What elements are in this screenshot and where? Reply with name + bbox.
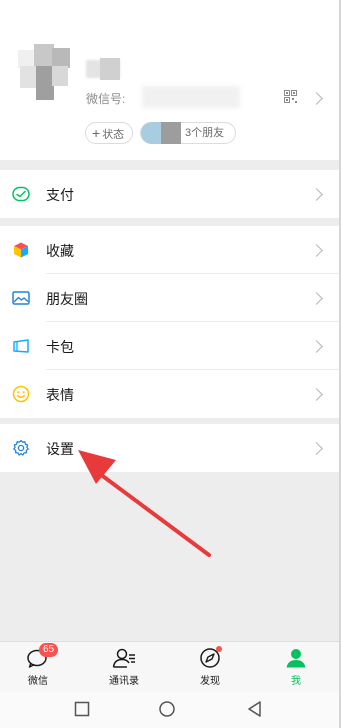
menu-item-stickers[interactable]: 表情 bbox=[0, 370, 339, 418]
wechat-id-label: 微信号: bbox=[86, 92, 126, 106]
smiley-icon bbox=[12, 385, 30, 403]
status-label: 状态 bbox=[102, 129, 125, 141]
card-wallet-icon bbox=[13, 339, 29, 353]
gear-icon bbox=[13, 439, 29, 456]
contacts-icon bbox=[112, 648, 135, 668]
tab-label-chats: 微信 bbox=[28, 676, 48, 687]
system-nav-bar bbox=[0, 692, 339, 728]
tab-chats[interactable]: 65 微信 bbox=[8, 643, 68, 687]
tab-contacts[interactable]: 通讯录 bbox=[94, 646, 154, 687]
menu-label-moments: 朋友圈 bbox=[46, 291, 88, 307]
home-icon[interactable] bbox=[158, 700, 176, 718]
bottom-tab-bar: 65 微信 通讯录 发现 我 bbox=[0, 641, 339, 692]
wechat-id-redacted bbox=[142, 86, 240, 108]
menu-item-cards[interactable]: 卡包 bbox=[0, 322, 339, 370]
friends-count-label: 3个朋友 bbox=[185, 127, 225, 139]
friends-status-pill[interactable]: 3个朋友 bbox=[140, 122, 236, 144]
menu-item-pay[interactable]: 支付 bbox=[0, 170, 339, 218]
chevron-right-icon bbox=[310, 244, 323, 257]
qr-code-icon[interactable] bbox=[284, 90, 297, 103]
avatar[interactable] bbox=[18, 44, 70, 102]
person-icon bbox=[286, 649, 306, 668]
friend-avatar-redacted bbox=[161, 122, 181, 144]
chevron-right-icon bbox=[310, 442, 323, 455]
profile-chevron-right-icon bbox=[310, 92, 323, 105]
back-icon[interactable] bbox=[246, 700, 264, 718]
profile-header[interactable]: 微信号: + 状态 3个朋友 bbox=[0, 0, 339, 160]
plus-icon: + bbox=[92, 125, 101, 141]
picture-icon bbox=[12, 291, 30, 305]
tab-label-discover: 发现 bbox=[200, 676, 220, 687]
annotation-arrow-icon bbox=[78, 450, 211, 557]
tab-me[interactable]: 我 bbox=[266, 646, 326, 687]
recent-apps-icon[interactable] bbox=[74, 700, 90, 718]
add-status-button[interactable]: + 状态 bbox=[85, 122, 134, 144]
pay-icon bbox=[12, 186, 30, 202]
chevron-right-icon bbox=[310, 340, 323, 353]
chevron-right-icon bbox=[310, 388, 323, 401]
menu-label-pay: 支付 bbox=[46, 187, 74, 203]
menu-item-moments[interactable]: 朋友圈 bbox=[0, 274, 339, 322]
menu-label-cards: 卡包 bbox=[46, 339, 74, 355]
chevron-right-icon bbox=[310, 188, 323, 201]
menu-label-stickers: 表情 bbox=[46, 387, 74, 403]
chevron-right-icon bbox=[310, 292, 323, 305]
new-dot-badge bbox=[216, 646, 222, 652]
tab-discover[interactable]: 发现 bbox=[180, 646, 240, 687]
tab-label-me: 我 bbox=[291, 676, 301, 687]
unread-badge: 65 bbox=[39, 643, 59, 657]
tab-label-contacts: 通讯录 bbox=[109, 676, 139, 687]
menu-item-favorites[interactable]: 收藏 bbox=[0, 226, 339, 274]
me-page: 微信号: + 状态 3个朋友 支付 收藏 朋友圈 卡包 表情 设置 65 微信 … bbox=[0, 0, 341, 728]
menu-label-favorites: 收藏 bbox=[46, 243, 74, 259]
cube-icon bbox=[14, 242, 28, 258]
nickname-redacted-block bbox=[100, 58, 120, 80]
